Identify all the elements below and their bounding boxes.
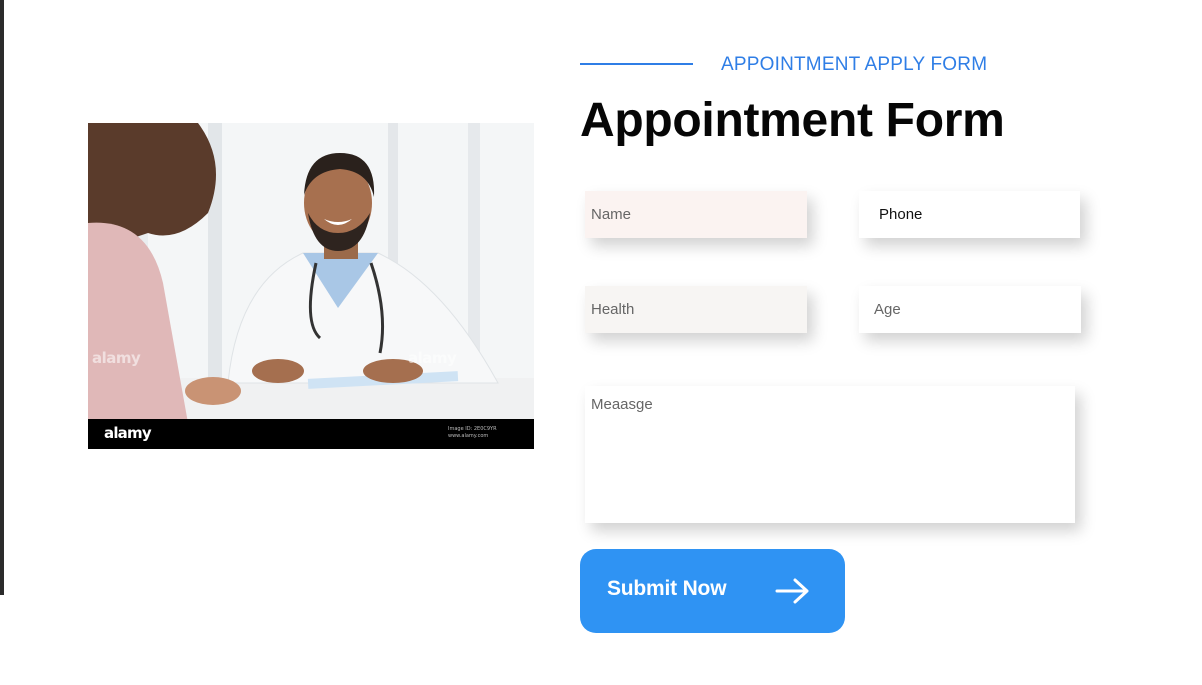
submit-button[interactable]: Submit Now bbox=[580, 549, 845, 633]
age-field[interactable] bbox=[859, 286, 1081, 333]
photo-credit: Image ID: 2E0C9YR www.alamy.com bbox=[448, 426, 518, 440]
photo-watermark: alamy bbox=[92, 349, 141, 367]
eyebrow-accent-line bbox=[580, 63, 693, 65]
arrow-right-icon bbox=[775, 577, 811, 608]
photo-footer: alamy Image ID: 2E0C9YR www.alamy.com bbox=[88, 419, 534, 449]
photo-watermark: alamy bbox=[408, 349, 457, 367]
section-eyebrow: APPOINTMENT APPLY FORM bbox=[721, 54, 988, 75]
page-title: Appointment Form bbox=[580, 94, 1005, 147]
submit-button-label: Submit Now bbox=[607, 577, 727, 600]
photo-footer-logo: alamy bbox=[104, 424, 152, 442]
appointment-page: alamy alamy alamy Image ID: 2E0C9YR www.… bbox=[0, 0, 1202, 685]
name-field[interactable] bbox=[585, 191, 807, 238]
phone-field[interactable] bbox=[859, 191, 1080, 238]
message-field[interactable] bbox=[585, 386, 1075, 523]
health-field[interactable] bbox=[585, 286, 807, 333]
photo-credit-id: Image ID: 2E0C9YR bbox=[448, 426, 497, 432]
doctor-photo: alamy alamy alamy Image ID: 2E0C9YR www.… bbox=[88, 123, 534, 449]
left-border bbox=[0, 0, 4, 595]
doctor-illustration bbox=[88, 123, 534, 449]
photo-credit-url: www.alamy.com bbox=[448, 433, 489, 439]
